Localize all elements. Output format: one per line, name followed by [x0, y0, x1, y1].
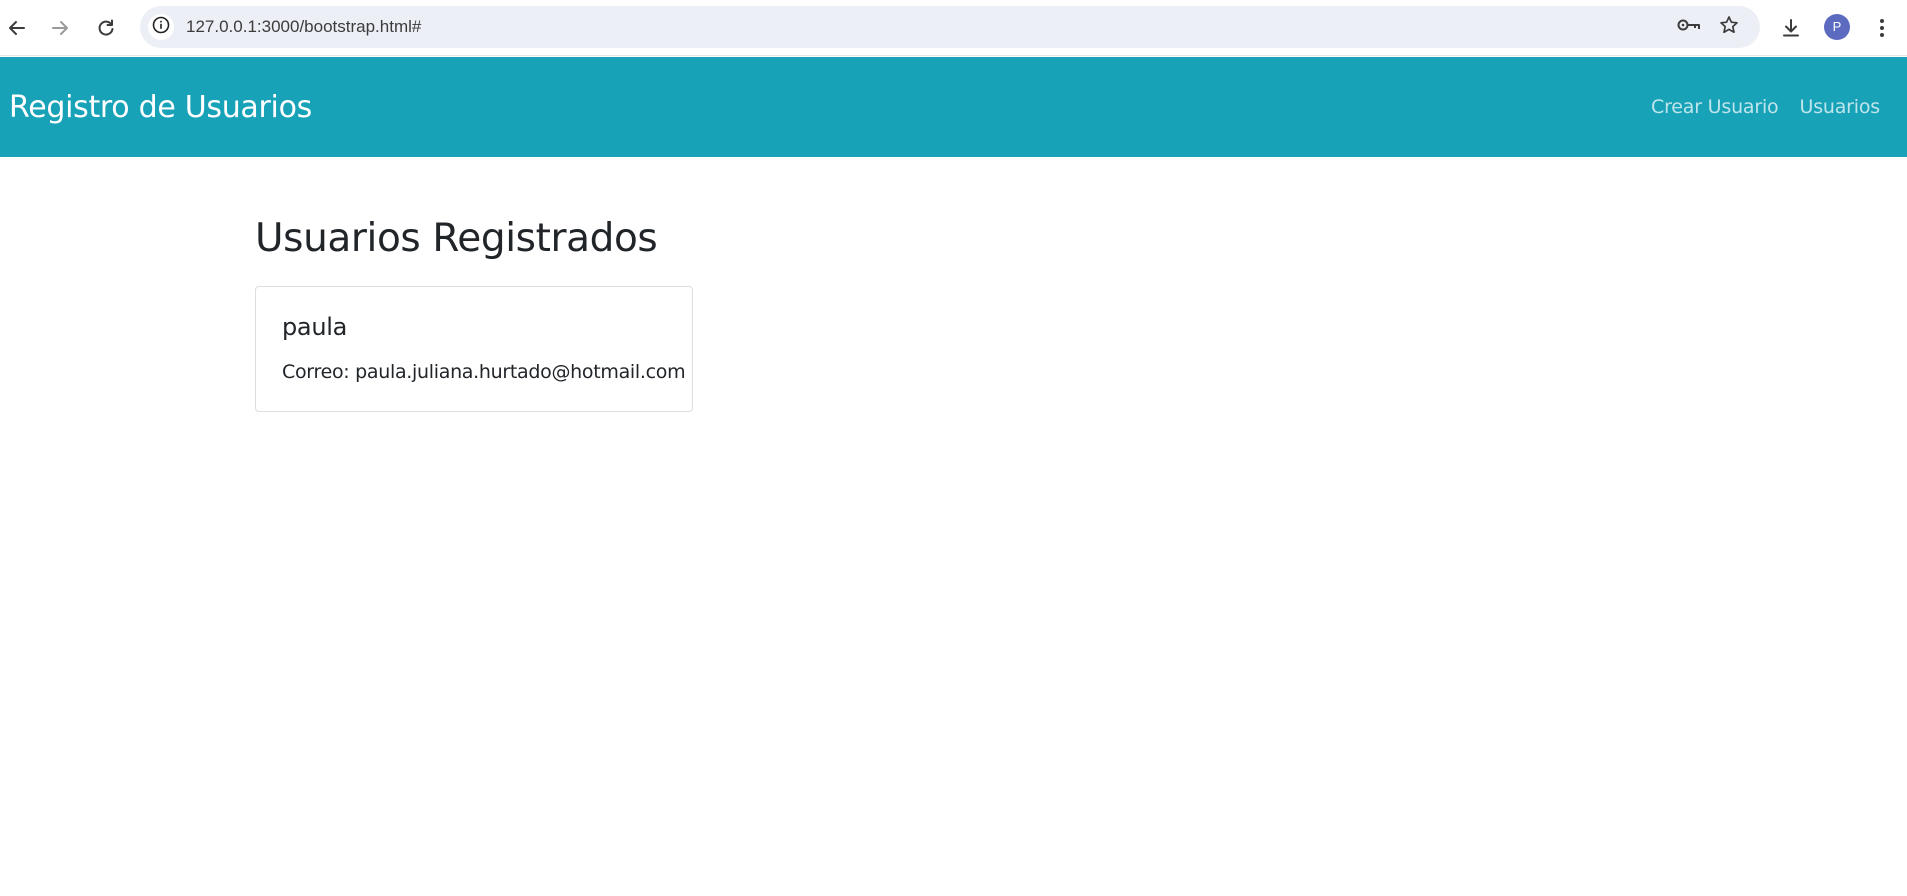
- profile-avatar[interactable]: P: [1824, 14, 1850, 40]
- browser-toolbar: 127.0.0.1:3000/bootstrap.html# P: [0, 0, 1907, 56]
- email-label: Correo:: [282, 361, 350, 383]
- user-name: paula: [282, 313, 348, 341]
- downloads-button[interactable]: [1775, 12, 1807, 44]
- app-navbar: Registro de Usuarios Crear Usuario Usuar…: [0, 57, 1907, 157]
- reload-icon: [96, 18, 116, 38]
- user-card: paula Correo: paula.juliana.hurtado@hotm…: [255, 286, 693, 412]
- nav-link-usuarios[interactable]: Usuarios: [1799, 96, 1880, 118]
- reload-button[interactable]: [90, 12, 122, 44]
- password-key-icon: [1677, 17, 1701, 38]
- email-value: paula.juliana.hurtado@hotmail.com: [355, 361, 686, 383]
- user-email: Correo: paula.juliana.hurtado@hotmail.co…: [282, 361, 686, 383]
- site-info-button[interactable]: [148, 14, 174, 40]
- menu-kebab-icon: [1879, 18, 1885, 38]
- back-arrow-icon: [7, 18, 27, 38]
- address-bar[interactable]: 127.0.0.1:3000/bootstrap.html#: [140, 6, 1760, 48]
- browser-menu-button[interactable]: [1866, 12, 1898, 44]
- site-info-icon: [152, 16, 170, 39]
- bookmark-button[interactable]: [1716, 14, 1742, 40]
- page-title: Usuarios Registrados: [255, 216, 658, 261]
- download-icon: [1781, 18, 1801, 38]
- back-button[interactable]: [1, 12, 33, 44]
- password-key-button[interactable]: [1676, 14, 1702, 40]
- nav-link-crear-usuario[interactable]: Crear Usuario: [1651, 96, 1779, 118]
- bookmark-star-icon: [1719, 15, 1739, 40]
- navbar-links: Crear Usuario Usuarios: [1651, 57, 1880, 157]
- forward-arrow-icon: [50, 18, 70, 38]
- navbar-brand[interactable]: Registro de Usuarios: [9, 57, 312, 157]
- forward-button[interactable]: [44, 12, 76, 44]
- url-text[interactable]: 127.0.0.1:3000/bootstrap.html#: [186, 6, 421, 48]
